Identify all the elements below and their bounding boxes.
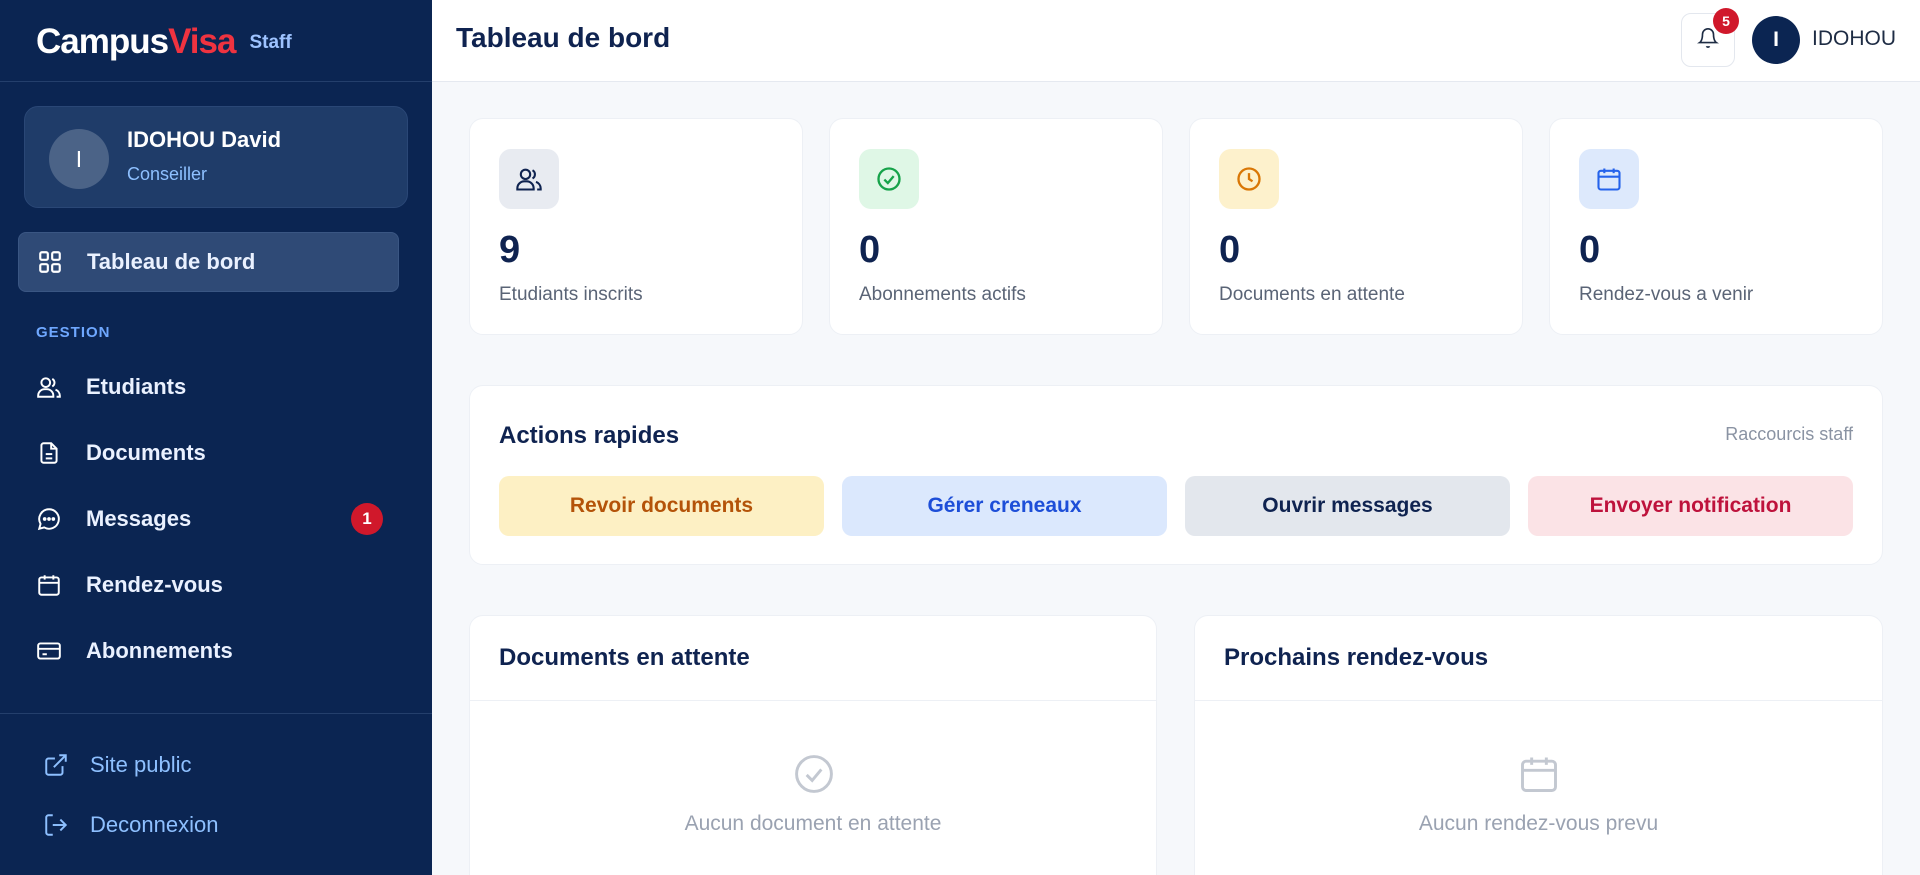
document-icon — [36, 440, 62, 466]
stat-label: Rendez-vous a venir — [1579, 284, 1754, 305]
sidebar-item-etudiants[interactable]: Etudiants — [18, 357, 399, 417]
panel-title: Documents en attente — [499, 644, 750, 671]
stat-card-abonnements: 0 Abonnements actifs — [829, 118, 1163, 335]
quick-actions-title: Actions rapides — [499, 422, 680, 449]
site-public-link[interactable]: Site public — [42, 745, 192, 785]
quick-actions-card: Actions rapides Raccourcis staff Revoir … — [469, 385, 1883, 565]
pending-documents-panel: Documents en attente Aucun document en a… — [469, 615, 1157, 875]
footer-link-label: Site public — [90, 752, 192, 777]
page-title: Tableau de bord — [456, 22, 671, 53]
sidebar-item-label: Tableau de bord — [87, 249, 256, 274]
sidebar-item-abonnements[interactable]: Abonnements — [18, 621, 399, 681]
sidebar-item-documents[interactable]: Documents — [18, 423, 399, 483]
stat-value: 0 — [1219, 229, 1241, 271]
profile-role: Conseiller — [127, 164, 208, 184]
calendar-icon — [1517, 752, 1561, 796]
manage-slots-button[interactable]: Gérer creneaux — [842, 476, 1167, 536]
stat-value: 0 — [1579, 229, 1601, 271]
top-header: Tableau de bord 5 I IDOHOU — [432, 0, 1920, 82]
profile-name: IDOHOU David — [127, 127, 282, 152]
panel-divider — [470, 700, 1156, 701]
footer-link-label: Deconnexion — [90, 812, 219, 837]
panel-divider — [1195, 700, 1882, 701]
sidebar-item-label: Documents — [86, 440, 206, 465]
stat-label: Documents en attente — [1219, 284, 1405, 305]
upcoming-appointments-panel: Prochains rendez-vous Aucun rendez-vous … — [1194, 615, 1883, 875]
clock-icon — [1219, 149, 1279, 209]
sidebar-item-label: Etudiants — [86, 374, 187, 399]
send-notification-button[interactable]: Envoyer notification — [1528, 476, 1853, 536]
section-label-gestion: GESTION — [36, 324, 111, 341]
check-circle-icon — [859, 149, 919, 209]
stat-card-documents: 0 Documents en attente — [1189, 118, 1523, 335]
stat-label: Etudiants inscrits — [499, 284, 643, 305]
sidebar-item-messages[interactable]: Messages 1 — [18, 489, 399, 549]
credit-card-icon — [36, 638, 62, 664]
empty-state-text: Aucun rendez-vous prevu — [1418, 812, 1659, 835]
logout-icon — [42, 811, 70, 839]
sidebar-divider — [0, 713, 432, 714]
sidebar-item-label: Abonnements — [86, 638, 233, 663]
stat-card-rendez-vous: 0 Rendez-vous a venir — [1549, 118, 1883, 335]
brand-name: CampusVisa — [36, 22, 236, 61]
brand-tag: Staff — [249, 32, 292, 53]
calendar-icon — [36, 572, 62, 598]
brand-logo[interactable]: CampusVisa Staff — [36, 20, 292, 64]
bell-icon — [1697, 27, 1719, 54]
logout-link[interactable]: Deconnexion — [42, 805, 218, 845]
users-icon — [499, 149, 559, 209]
chat-icon — [36, 506, 62, 532]
sidebar-item-rendez-vous[interactable]: Rendez-vous — [18, 555, 399, 615]
stat-card-etudiants: 9 Etudiants inscrits — [469, 118, 803, 335]
sidebar-item-label: Rendez-vous — [86, 572, 223, 597]
profile-card: I IDOHOU David Conseiller — [24, 106, 408, 208]
external-link-icon — [42, 751, 70, 779]
sidebar-item-label: Messages — [86, 506, 192, 531]
grid-icon — [37, 249, 63, 275]
check-circle-icon — [792, 752, 836, 796]
stat-value: 9 — [499, 229, 521, 271]
stat-value: 0 — [859, 229, 881, 271]
sidebar: CampusVisa Staff I IDOHOU David Conseill… — [0, 0, 432, 875]
quick-actions-subtitle: Raccourcis staff — [1725, 424, 1853, 444]
open-messages-button[interactable]: Ouvrir messages — [1185, 476, 1510, 536]
empty-state-text: Aucun document en attente — [684, 812, 942, 835]
stat-label: Abonnements actifs — [859, 284, 1026, 305]
panel-title: Prochains rendez-vous — [1224, 644, 1489, 671]
user-avatar[interactable]: I — [1752, 16, 1800, 64]
sidebar-item-dashboard[interactable]: Tableau de bord — [18, 232, 399, 292]
users-icon — [36, 374, 62, 400]
calendar-icon — [1579, 149, 1639, 209]
sidebar-divider — [0, 81, 432, 82]
notifications-badge: 5 — [1713, 8, 1739, 34]
user-name[interactable]: IDOHOU — [1812, 27, 1896, 51]
profile-avatar: I — [49, 129, 109, 189]
messages-count-badge: 1 — [351, 503, 383, 535]
review-documents-button[interactable]: Revoir documents — [499, 476, 824, 536]
